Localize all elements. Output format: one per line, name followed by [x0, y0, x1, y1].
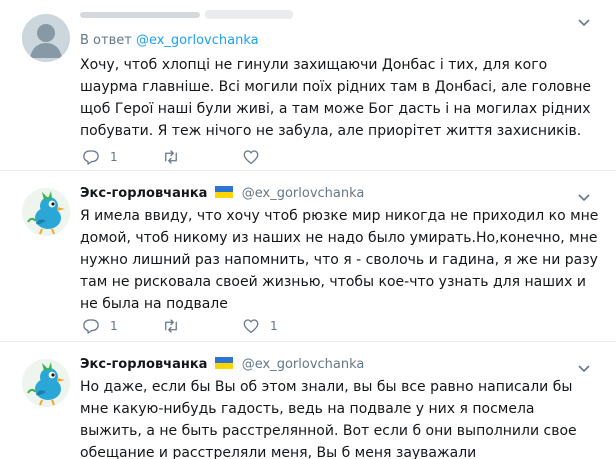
author-name[interactable]: Экс-горловчанка: [80, 357, 207, 372]
reply-button[interactable]: 1: [82, 316, 118, 336]
retweet-button[interactable]: [162, 147, 190, 167]
tweet-header: Экс-горловчанка @ex_gorlovchanka: [80, 186, 364, 201]
like-button[interactable]: 1: [242, 316, 278, 336]
ukraine-flag-icon: [214, 186, 233, 198]
reply-prefix: В ответ: [80, 33, 132, 48]
reply-count: 1: [110, 319, 118, 333]
blurred-author-name: [80, 8, 295, 22]
reply-icon: [83, 319, 99, 334]
chevron-down-icon[interactable]: [578, 13, 590, 27]
bird-avatar-icon: [22, 188, 70, 236]
heart-icon: [243, 319, 259, 334]
tweet-header: Экс-горловчанка @ex_gorlovchanka: [80, 357, 364, 372]
bird-avatar-icon: [22, 359, 70, 407]
author-name[interactable]: Экс-горловчанка: [80, 186, 207, 201]
heart-icon: [243, 150, 259, 165]
avatar[interactable]: [22, 14, 70, 62]
tweet-text: Я имела ввиду, что хочу чтоб рюзке мир н…: [80, 208, 599, 312]
reply-icon: [83, 150, 99, 165]
retweet-icon: [165, 150, 177, 164]
reply-count: 1: [110, 150, 118, 164]
avatar[interactable]: [22, 188, 70, 236]
like-count: 1: [270, 319, 278, 333]
tweet[interactable]: В ответ @ex_gorlovchanka Хочу, чтоб хлоп…: [0, 0, 616, 171]
retweet-button[interactable]: [162, 316, 190, 336]
reply-context: В ответ @ex_gorlovchanka: [80, 33, 259, 48]
chevron-down-icon[interactable]: [578, 359, 590, 373]
avatar[interactable]: [22, 359, 70, 407]
chevron-down-icon[interactable]: [578, 188, 590, 202]
tweet-text: Но даже, если бы Вы об этом знали, вы бы…: [80, 379, 577, 459]
tweet[interactable]: Экс-горловчанка @ex_gorlovchanka Но даже…: [0, 343, 616, 459]
ukraine-flag-icon: [214, 357, 233, 369]
retweet-icon: [165, 319, 177, 333]
like-button[interactable]: [242, 147, 270, 167]
reply-button[interactable]: 1: [82, 147, 118, 167]
author-handle[interactable]: @ex_gorlovchanka: [242, 186, 365, 201]
author-handle[interactable]: @ex_gorlovchanka: [242, 357, 365, 372]
reply-mention-link[interactable]: @ex_gorlovchanka: [136, 33, 259, 48]
tweet-text: Хочу, чтоб хлопці не гинули захищаючи До…: [80, 57, 592, 139]
tweet[interactable]: Экс-горловчанка @ex_gorlovchanka Я имела…: [0, 172, 616, 342]
default-profile-icon: [22, 14, 70, 62]
